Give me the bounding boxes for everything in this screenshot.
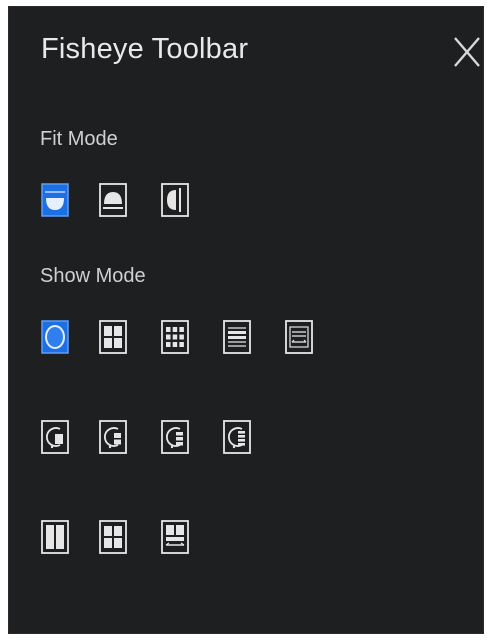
show-mode-fisheye-quad-button[interactable] <box>223 420 251 454</box>
fit-mode-label: Fit Mode <box>40 128 118 150</box>
fisheye-quad-view-icon <box>223 420 251 454</box>
toolbar-title: Fisheye Toolbar <box>41 33 249 65</box>
four-panel-icon <box>99 520 127 554</box>
fit-mode-desktop-button[interactable] <box>99 183 127 217</box>
close-button[interactable] <box>449 34 485 70</box>
desktop-mount-icon <box>99 183 127 217</box>
fisheye-toolbar-panel: Fisheye Toolbar Fit Mode Show Mode <box>8 6 484 634</box>
show-mode-fisheye-double-button[interactable] <box>99 420 127 454</box>
show-mode-fisheye-triple-button[interactable] <box>161 420 189 454</box>
fit-mode-wall-button[interactable] <box>161 183 189 217</box>
show-mode-panorama-360-button[interactable] <box>285 320 313 354</box>
close-icon <box>454 37 480 67</box>
fisheye-original-icon <box>41 320 69 354</box>
grid-view-icon <box>161 320 189 354</box>
panel-with-strip-icon <box>161 520 189 554</box>
show-mode-dual-panel-button[interactable] <box>41 520 69 554</box>
fit-mode-ceiling-button[interactable] <box>41 183 69 217</box>
show-mode-original-button[interactable] <box>41 320 69 354</box>
fisheye-double-view-icon <box>99 420 127 454</box>
dual-panel-icon <box>41 520 69 554</box>
wall-mount-icon <box>161 183 189 217</box>
fisheye-triple-view-icon <box>161 420 189 454</box>
panorama-icon <box>223 320 251 354</box>
show-mode-quad-button[interactable] <box>99 320 127 354</box>
show-mode-label: Show Mode <box>40 265 146 287</box>
show-mode-panel-strip-button[interactable] <box>161 520 189 554</box>
show-mode-grid-button[interactable] <box>161 320 189 354</box>
panorama-360-icon <box>285 320 313 354</box>
show-mode-panorama-button[interactable] <box>223 320 251 354</box>
quad-view-icon <box>99 320 127 354</box>
show-mode-fisheye-single-button[interactable] <box>41 420 69 454</box>
fisheye-single-view-icon <box>41 420 69 454</box>
show-mode-four-panel-button[interactable] <box>99 520 127 554</box>
ceiling-mount-icon <box>41 183 69 217</box>
